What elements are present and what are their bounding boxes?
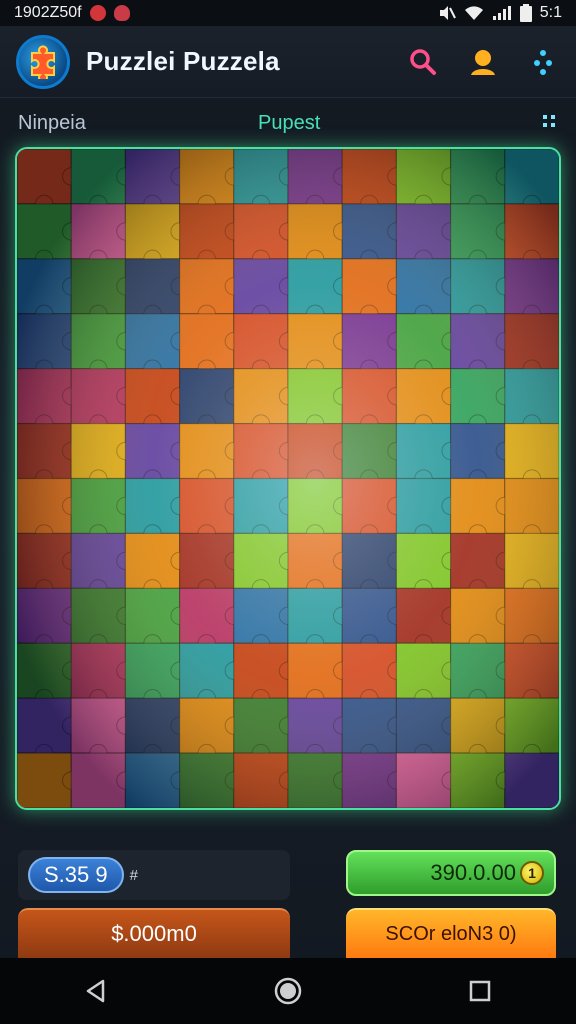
search-icon	[410, 48, 436, 75]
system-nav-bar	[0, 958, 576, 1024]
score-button[interactable]: 390.0.00 1	[346, 850, 556, 896]
notification-icon	[89, 5, 106, 21]
home-icon	[274, 977, 302, 1005]
balance-tag: #	[129, 866, 138, 884]
recents-button[interactable]	[450, 966, 510, 1016]
puzzle-board[interactable]	[15, 147, 561, 810]
wifi-icon	[464, 5, 484, 21]
buy-label: $.000m0	[111, 921, 197, 946]
profile-icon	[471, 49, 495, 75]
status-time-left: 1902Z50f	[14, 4, 82, 21]
header-actions	[406, 45, 560, 79]
recents-icon	[469, 980, 491, 1002]
puzzle-name-label[interactable]: Pupest	[258, 112, 320, 135]
profile-button[interactable]	[466, 45, 500, 79]
score-value: 390.0.00	[430, 860, 516, 885]
status-left: 1902Z50f	[14, 4, 130, 22]
more-icon	[534, 49, 552, 75]
coin-icon: 1	[520, 861, 544, 885]
battery-icon	[519, 4, 532, 22]
back-icon	[86, 979, 105, 1003]
board-glow-overlay	[17, 149, 559, 808]
back-button[interactable]	[66, 966, 126, 1016]
mode-label[interactable]: Ninpeia	[18, 112, 86, 135]
grid-toggle-button[interactable]	[542, 114, 556, 133]
sub-toolbar: Ninpeia Pupest	[0, 98, 576, 148]
buy-button[interactable]: $.000m0	[18, 908, 290, 958]
score-action-button[interactable]: SCOr eloN3 0)	[346, 908, 556, 958]
action-label: SCOr eloN3 0)	[385, 922, 517, 945]
puzzle-logo-icon	[31, 44, 55, 79]
mute-icon	[438, 5, 456, 21]
heart-icon	[113, 5, 130, 21]
more-button[interactable]	[526, 45, 560, 79]
status-time-right: 5:1	[539, 4, 562, 21]
grid-icon	[543, 115, 555, 127]
app-header: Puzzlei Puzzela	[0, 26, 576, 98]
status-bar: 1902Z50f 5:1	[0, 0, 576, 26]
puzzle-grid[interactable]	[17, 149, 559, 808]
app-logo[interactable]	[16, 34, 70, 89]
status-right: 5:1	[438, 4, 562, 22]
balance-pill[interactable]: S.35 9	[28, 857, 124, 893]
app-root: 1902Z50f 5:1 Puzzlei Puzzela Ninpeia Pup…	[0, 0, 576, 1024]
signal-icon	[492, 5, 512, 21]
coin-count: 1	[528, 865, 536, 881]
app-title: Puzzlei Puzzela	[86, 46, 280, 76]
home-button[interactable]	[258, 966, 318, 1016]
search-button[interactable]	[406, 45, 440, 79]
balance-panel: S.35 9 #	[18, 850, 290, 900]
